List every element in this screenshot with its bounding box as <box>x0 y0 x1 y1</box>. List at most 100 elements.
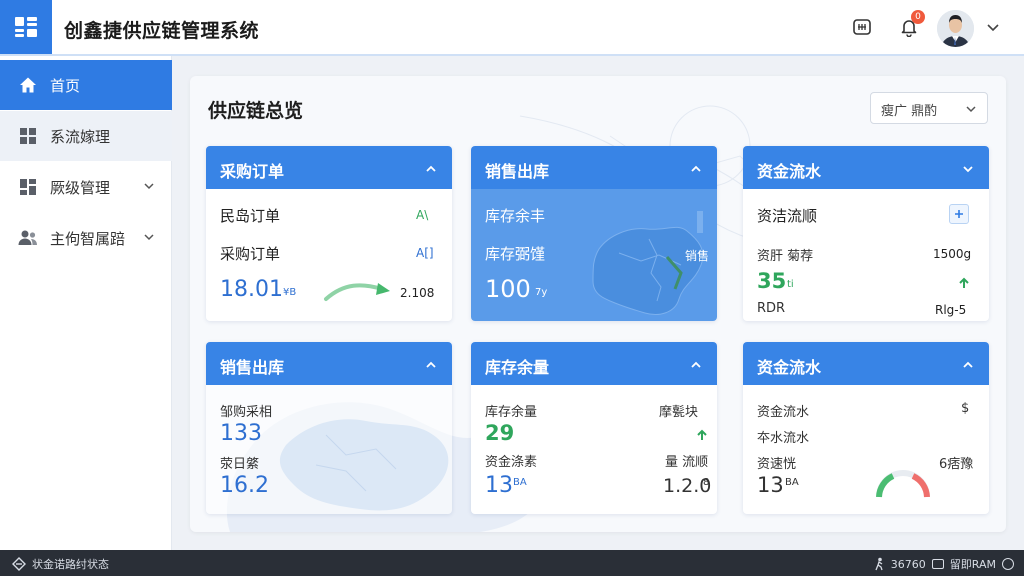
row-label: 资金流水 <box>757 405 810 420</box>
home-icon <box>18 75 38 95</box>
card-title: 采购订单 <box>220 162 285 181</box>
row-right-text: 销售 <box>685 249 710 263</box>
row-label: 夲水流水 <box>757 431 810 446</box>
sidebar-item-level[interactable]: 厥级管理 <box>0 162 172 212</box>
sidebar-item-label: 主佝智属踣 <box>50 229 126 248</box>
card-inventory-balance: 库存余量 库存余量 摩甏块 29 资金涤素 量 流顺 13 BA 1.2.0 8 <box>471 342 717 514</box>
add-icon[interactable] <box>949 204 969 224</box>
overview-panel: 供应链总览 瘦广 鼎酌 采购订单 民岛订单 A\ 采购订单 A[] 18.01 … <box>190 76 1006 532</box>
side-unit: 8 <box>703 477 710 488</box>
card-header[interactable]: 库存余量 <box>471 342 717 385</box>
sidebar: 首页 系流嫁理 厥级管理 主佝智属踣 <box>0 56 172 550</box>
card-body: 邹购采相 133 荥日綮 16.2 <box>206 385 452 514</box>
chevron-down-icon <box>142 179 156 193</box>
app-title: 创鑫捷供应链管理系统 <box>64 20 260 42</box>
china-map-graphic <box>592 211 704 315</box>
card-header[interactable]: 采购订单 <box>206 146 452 189</box>
row-tag: A\ <box>416 208 429 222</box>
chevron-down-icon <box>965 103 977 115</box>
keyboard-icon[interactable] <box>850 15 874 39</box>
sidebar-item-label: 系流嫁理 <box>50 127 111 146</box>
chevron-down-icon[interactable] <box>961 161 975 175</box>
run-icon <box>875 557 883 571</box>
sidebar-item-system[interactable]: 系流嫁理 <box>0 111 172 161</box>
notification-badge: 0 <box>911 10 925 24</box>
top-header: 创鑫捷供应链管理系统 0 <box>0 0 1024 56</box>
trend-arrow-icon <box>324 283 390 301</box>
settings-icon[interactable] <box>1002 558 1014 570</box>
metric-value: 16.2 <box>220 473 269 498</box>
user-menu-chevron-down-icon[interactable] <box>984 18 1002 36</box>
sidebar-item-label: 厥级管理 <box>50 178 111 197</box>
status-value: 36760 <box>890 557 926 571</box>
row-label: 库存余丰 <box>485 207 546 225</box>
metric-unit: BA <box>513 477 527 488</box>
status-text: 状金诺路纣状态 <box>32 558 109 571</box>
row-right-text: $ <box>961 401 970 416</box>
users-icon <box>18 228 38 248</box>
card-body: 库存余量 摩甏块 29 资金涤素 量 流顺 13 BA 1.2.0 8 <box>471 385 717 514</box>
row-label: 民岛订单 <box>220 207 281 225</box>
metric-value: 35 <box>757 269 787 293</box>
row-right-text: 摩甏块 <box>659 405 699 420</box>
gauge-graphic <box>876 470 930 498</box>
card-sales-outbound-2: 销售出库 邹购采相 133 荥日綮 16.2 <box>206 342 452 514</box>
grid-icon <box>18 126 38 146</box>
memory-icon <box>931 559 944 569</box>
card-header[interactable]: 销售出库 <box>471 146 717 189</box>
card-header[interactable]: 销售出库 <box>206 342 452 385</box>
sidebar-item-users[interactable]: 主佝智属踣 <box>0 213 172 263</box>
row-label: 库存弼馑 <box>485 245 546 263</box>
row-label: RDR <box>757 301 786 316</box>
card-header[interactable]: 资金流水 <box>743 146 989 189</box>
row-label: 资速恍 <box>757 457 797 472</box>
map-background-graphic <box>279 419 449 511</box>
metric-value: 18.01 <box>220 277 283 302</box>
row-label: 资肝 菊荐 <box>757 249 814 264</box>
row-label: 采购订单 <box>220 245 281 263</box>
metric-value: 13 <box>485 473 513 498</box>
sidebar-item-label: 首页 <box>50 76 81 95</box>
row-label: 邹购采相 <box>220 405 273 420</box>
metric-unit: 7y <box>535 287 548 298</box>
card-title: 资金流水 <box>757 358 822 377</box>
sidebar-item-home[interactable]: 首页 <box>0 60 172 110</box>
card-sales-outbound: 销售出库 库存余丰 库存弼馑 销售 100 7y <box>471 146 717 321</box>
metric-value: 100 <box>485 275 531 303</box>
chevron-up-icon[interactable] <box>424 357 438 371</box>
arrow-up-icon <box>957 275 971 294</box>
row-label: 荥日綮 <box>220 457 260 472</box>
row-label: 资金涤素 <box>485 455 538 470</box>
row-right-text: 1500g <box>933 247 972 261</box>
card-title: 销售出库 <box>485 162 550 181</box>
memory-text: 留即RAM <box>949 558 996 571</box>
card-body: 民岛订单 A\ 采购订单 A[] 18.01 ¥B 2.108 <box>206 189 452 321</box>
metric-unit: BA <box>785 477 799 488</box>
time-filter-select[interactable]: 瘦广 鼎酌 <box>870 92 988 124</box>
app-logo[interactable] <box>0 0 52 54</box>
grid-logo-icon <box>15 17 37 37</box>
filter-selected-value: 瘦广 鼎酌 <box>881 104 938 119</box>
status-bar: 状金诺路纣状态 36760 留即RAM <box>0 550 1024 576</box>
chevron-up-icon[interactable] <box>689 161 703 175</box>
row-tag: A[] <box>416 246 434 260</box>
chevron-up-icon[interactable] <box>424 161 438 175</box>
chevron-up-icon[interactable] <box>961 357 975 371</box>
connection-status-icon <box>12 557 26 571</box>
card-body: 资洁流顺 资肝 菊荐 1500g 35 ti RDR Rlg-5 <box>743 189 989 321</box>
card-cash-flow-2: 资金流水 资金流水 $ 夲水流水 资速恍 6痞豫 13 BA <box>743 342 989 514</box>
metric-value: 133 <box>220 421 262 446</box>
page-title: 供应链总览 <box>208 100 304 122</box>
card-title: 库存余量 <box>485 358 550 377</box>
chevron-down-icon <box>142 230 156 244</box>
chevron-up-icon[interactable] <box>689 357 703 371</box>
card-purchase-orders: 采购订单 民岛订单 A\ 采购订单 A[] 18.01 ¥B 2.108 <box>206 146 452 321</box>
metric-value: 13 <box>757 473 784 497</box>
notification-bell-icon[interactable]: 0 <box>897 10 925 39</box>
card-cash-flow: 资金流水 资洁流顺 资肝 菊荐 1500g 35 ti RDR Rlg-5 <box>743 146 989 321</box>
row-right-text: Rlg-5 <box>935 303 967 317</box>
card-body: 资金流水 $ 夲水流水 资速恍 6痞豫 13 BA <box>743 385 989 514</box>
user-avatar[interactable] <box>937 10 974 47</box>
metric-value: 29 <box>485 421 515 445</box>
card-header[interactable]: 资金流水 <box>743 342 989 385</box>
